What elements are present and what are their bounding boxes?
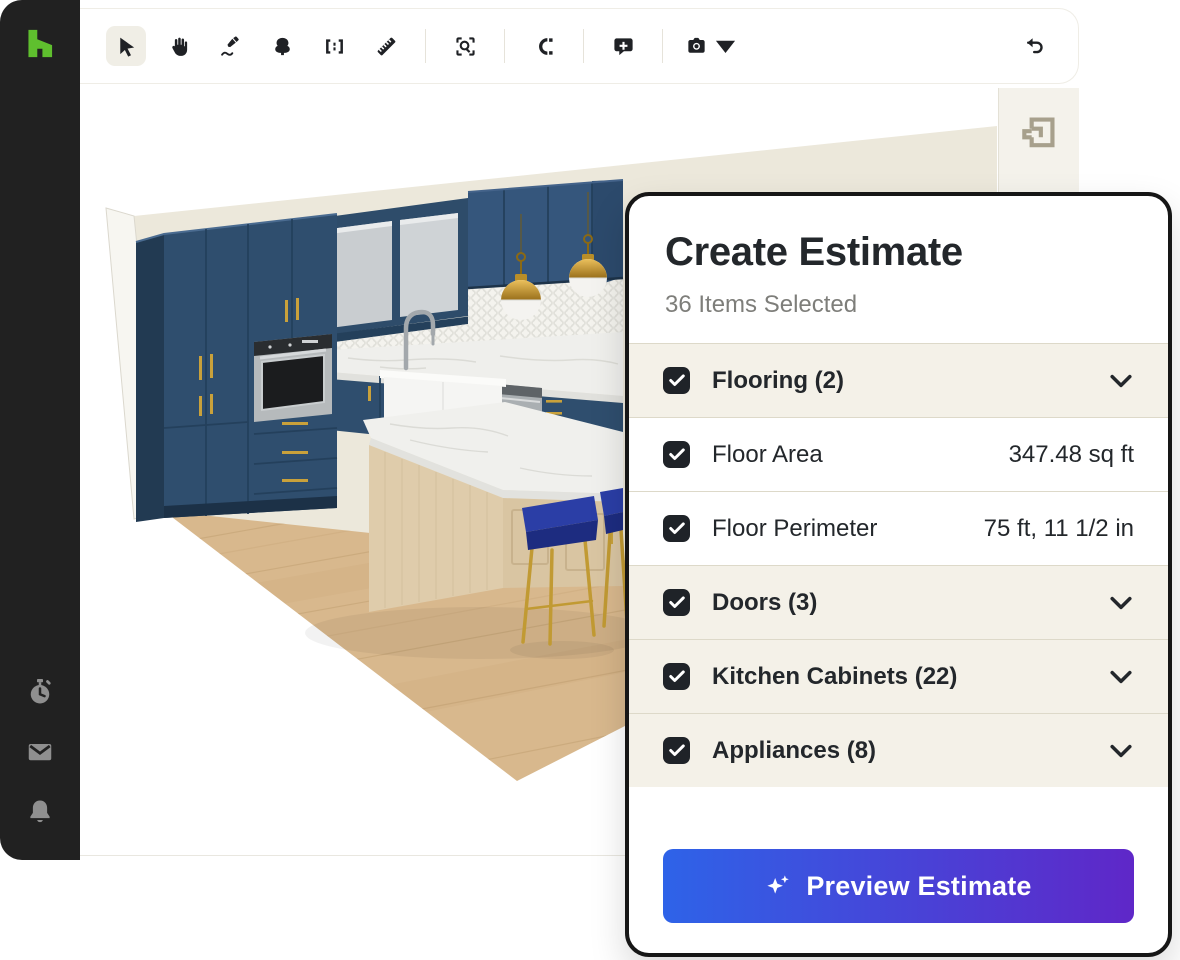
estimate-panel-footer: Preview Estimate	[629, 825, 1168, 953]
bracket-dimension-icon	[323, 35, 346, 58]
preview-estimate-button[interactable]: Preview Estimate	[663, 849, 1134, 923]
select-tool[interactable]	[106, 26, 146, 66]
timer-icon[interactable]	[23, 676, 57, 710]
expand-chevron-icon[interactable]	[1108, 374, 1134, 388]
checkmark-icon	[669, 744, 685, 757]
row-value: 347.48 sq ft	[1009, 441, 1134, 469]
row-checkbox[interactable]	[663, 515, 690, 542]
expand-chevron-icon[interactable]	[1108, 596, 1134, 610]
pan-tool[interactable]	[158, 26, 198, 66]
pantry-cabinet	[136, 214, 337, 522]
dimension-tool[interactable]	[314, 26, 354, 66]
draw-tool[interactable]	[210, 26, 250, 66]
estimate-category-row: Doors (3)	[629, 565, 1168, 639]
row-label: Flooring (2)	[712, 367, 844, 395]
floorplan-icon	[1017, 111, 1061, 155]
row-value: 75 ft, 11 1/2 in	[984, 515, 1134, 543]
toolbar-separator	[504, 29, 505, 63]
tool-group	[106, 26, 740, 66]
sidebar-bottom-icons	[23, 676, 57, 830]
row-checkbox[interactable]	[663, 367, 690, 394]
row-label: Floor Perimeter	[712, 515, 877, 543]
checkmark-icon	[669, 670, 685, 683]
messages-icon[interactable]	[23, 736, 57, 770]
estimate-category-row: Kitchen Cabinets (22)	[629, 639, 1168, 713]
expand-chevron-icon[interactable]	[1108, 670, 1134, 684]
magnet-icon	[533, 35, 556, 58]
floorplan-toggle-button[interactable]	[1015, 110, 1063, 158]
toolbar-separator	[662, 29, 663, 63]
toolbar-separator	[583, 29, 584, 63]
checkmark-icon	[669, 448, 685, 461]
snap-tool[interactable]	[524, 26, 564, 66]
houzz-logo-glyph	[19, 22, 61, 64]
app-sidebar	[0, 0, 80, 860]
sparkle-icon	[765, 873, 791, 899]
toolbar	[80, 8, 1079, 84]
estimate-item-row: Floor Area 347.48 sq ft	[629, 417, 1168, 491]
chevron-down-icon	[714, 35, 737, 58]
add-comment-tool[interactable]	[603, 26, 643, 66]
tree-icon	[271, 35, 294, 58]
undo-button[interactable]	[1014, 26, 1054, 66]
estimate-item-row: Floor Perimeter 75 ft, 11 1/2 in	[629, 491, 1168, 565]
checkmark-icon	[669, 374, 685, 387]
row-label: Kitchen Cabinets (22)	[712, 663, 957, 691]
snapshot-tool[interactable]	[682, 26, 740, 66]
window	[316, 198, 472, 345]
row-label: Appliances (8)	[712, 737, 876, 765]
create-estimate-panel: Create Estimate 36 Items Selected Floori…	[625, 192, 1172, 957]
notifications-icon[interactable]	[23, 796, 57, 830]
panel-title: Create Estimate	[665, 230, 1132, 275]
plants-tool[interactable]	[262, 26, 302, 66]
estimate-category-row: Flooring (2)	[629, 343, 1168, 417]
zoom-area-icon	[454, 35, 477, 58]
estimate-category-row: Appliances (8)	[629, 713, 1168, 787]
pencil-icon	[219, 35, 242, 58]
hand-icon	[167, 35, 190, 58]
estimate-panel-header: Create Estimate 36 Items Selected	[629, 196, 1168, 343]
checkmark-icon	[669, 596, 685, 609]
cursor-icon	[115, 35, 138, 58]
wall-oven	[254, 334, 332, 422]
row-checkbox[interactable]	[663, 737, 690, 764]
comment-plus-icon	[612, 35, 635, 58]
items-selected-count: 36 Items Selected	[665, 291, 1132, 319]
checkmark-icon	[669, 522, 685, 535]
row-checkbox[interactable]	[663, 441, 690, 468]
measure-tool[interactable]	[366, 26, 406, 66]
camera-icon	[685, 35, 708, 58]
zoom-region-tool[interactable]	[445, 26, 485, 66]
estimate-row-list: Flooring (2)Floor Area347.48 sq ftFloor …	[629, 343, 1168, 787]
expand-chevron-icon[interactable]	[1108, 744, 1134, 758]
toolbar-separator	[425, 29, 426, 63]
houzz-logo[interactable]	[19, 22, 61, 64]
ruler-icon	[375, 35, 398, 58]
row-label: Floor Area	[712, 441, 823, 469]
preview-estimate-label: Preview Estimate	[806, 871, 1031, 902]
row-checkbox[interactable]	[663, 589, 690, 616]
row-label: Doors (3)	[712, 589, 817, 617]
row-checkbox[interactable]	[663, 663, 690, 690]
